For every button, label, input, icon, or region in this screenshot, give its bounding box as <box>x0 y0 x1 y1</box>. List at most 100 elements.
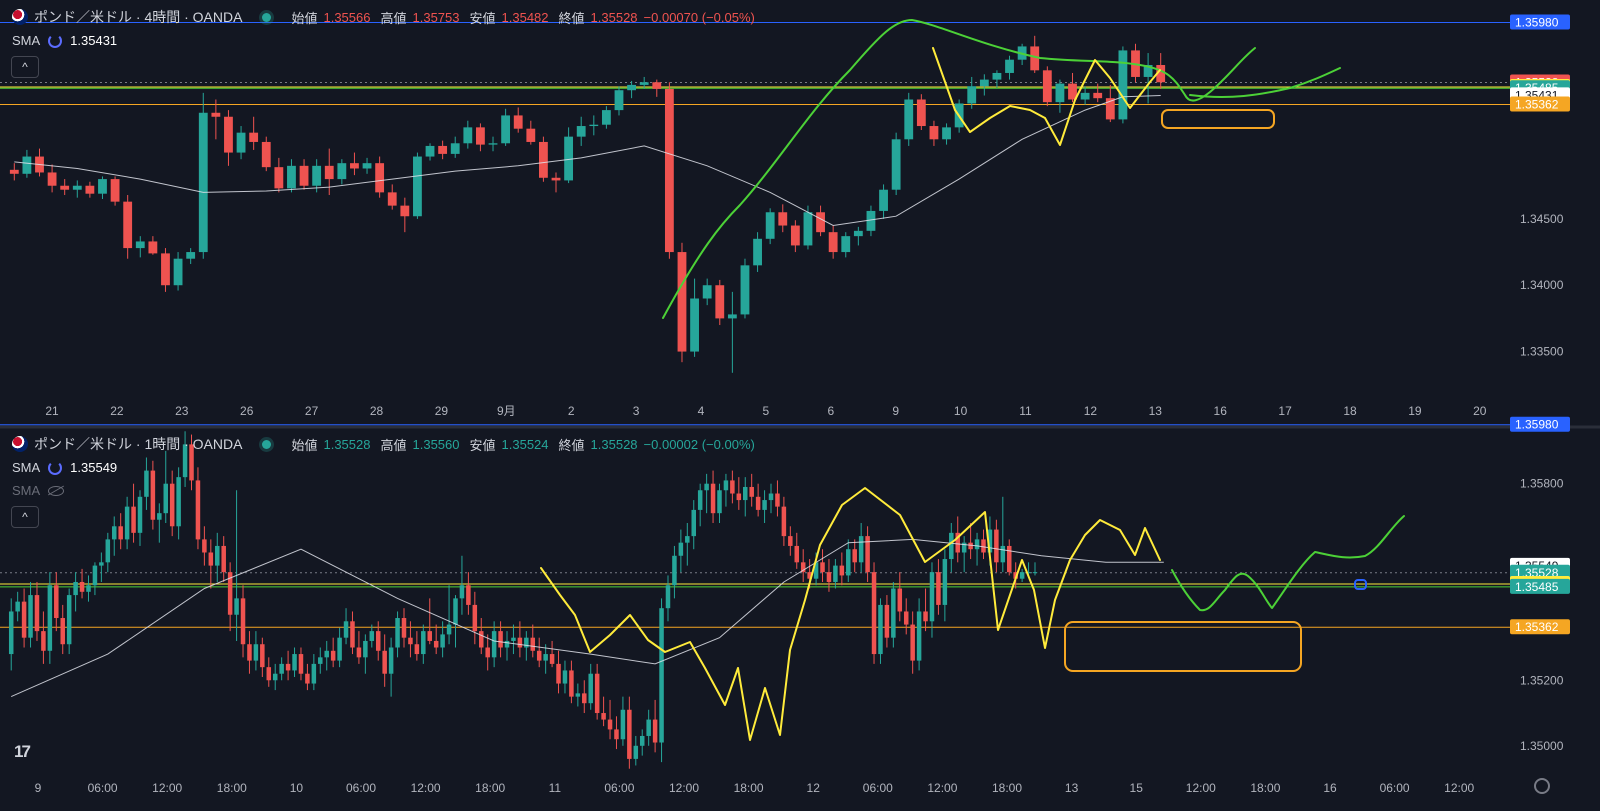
candle-body <box>287 165 296 189</box>
candle-body <box>1032 572 1038 574</box>
candle-body <box>446 624 452 635</box>
bottom-title[interactable]: ポンド／米ドル · 1時間 · OANDA <box>34 434 242 454</box>
candle-body <box>691 509 696 537</box>
candle-body <box>28 595 33 638</box>
top-sma-label: SMA <box>12 33 41 48</box>
sync-icon[interactable] <box>48 33 63 48</box>
tradingview-logo[interactable]: 17 <box>14 742 31 762</box>
x-tick-label: 4 <box>698 404 705 418</box>
x-tick-label: 12:00 <box>927 781 957 795</box>
candle-body <box>891 588 896 638</box>
candle-body <box>790 225 800 246</box>
candle-body <box>678 542 684 556</box>
price-label: 1.35485 <box>1515 580 1559 594</box>
candle-body <box>208 552 214 566</box>
candle-body <box>513 115 523 129</box>
candle-body <box>504 640 510 648</box>
bottom-pane: 1.35000 1.35200 1.35800 9 06:00 12:00 18:00 10 0… <box>0 416 1570 795</box>
candle-body <box>627 84 637 91</box>
candle-body <box>1006 545 1012 573</box>
candle-body <box>853 230 863 237</box>
candle-body <box>551 177 561 181</box>
candle-body <box>994 529 999 563</box>
top-collapse-button[interactable]: ^ <box>11 56 39 78</box>
bottom-collapse-button[interactable]: ^ <box>11 506 39 528</box>
candle-body <box>198 112 208 253</box>
candle-body <box>362 163 372 169</box>
candle-body <box>820 562 825 573</box>
top-high-label: 高値 <box>380 10 407 26</box>
candle-body <box>382 650 387 674</box>
candle-body <box>858 536 864 563</box>
candle-body <box>85 185 95 194</box>
candle-body <box>556 663 561 684</box>
bottom-open-value: 1.35528 <box>323 436 371 452</box>
chart-canvas[interactable]: 1.335001.340001.3450021 22 23 26 27 28 29 9月 2 3 4… <box>0 0 1600 811</box>
x-tick-label: 18 <box>1343 404 1357 418</box>
candle-body <box>66 595 72 645</box>
candle-body <box>324 165 334 180</box>
bottom-sma2-legend[interactable]: SMA <box>12 483 65 498</box>
candle-body <box>1093 92 1103 99</box>
candle-body <box>916 99 926 127</box>
candle-body <box>15 601 20 612</box>
top-open-value: 1.35566 <box>323 9 371 25</box>
top-sma-legend[interactable]: SMA 1.35431 <box>12 33 117 48</box>
top-legend: ポンド／米ドル · 4時間 · OANDA 始値 1.35566 高値 1.3575… <box>12 7 755 27</box>
candle-body <box>916 611 922 661</box>
candle-body <box>305 673 310 684</box>
settings-gear-icon[interactable] <box>1534 778 1550 794</box>
candle-body <box>408 637 413 645</box>
candle-body <box>816 212 825 233</box>
x-tick-label: 3 <box>633 404 640 418</box>
annotation-yellow-zigzag <box>540 487 1161 741</box>
top-title[interactable]: ポンド／米ドル · 4時間 · OANDA <box>34 7 242 27</box>
sync-icon[interactable] <box>48 460 63 475</box>
candle-body <box>646 719 651 736</box>
candle-body <box>794 545 800 563</box>
x-tick-label: 12 <box>807 781 821 795</box>
candle-body <box>530 637 536 651</box>
candle-body <box>601 110 611 125</box>
candle-body <box>664 88 674 253</box>
candle-body <box>34 595 40 632</box>
candle-body <box>549 654 555 664</box>
market-open-icon <box>262 439 272 449</box>
hidden-eye-icon[interactable] <box>48 485 65 496</box>
x-tick-label: 18:00 <box>992 781 1022 795</box>
candle-body <box>936 572 941 605</box>
candle-body <box>852 549 857 563</box>
candle-body <box>601 713 606 720</box>
candle-body <box>736 493 742 501</box>
candle-body <box>727 314 737 319</box>
candle-body <box>723 480 729 491</box>
candle-body <box>526 128 536 142</box>
bottom-sma2-label: SMA <box>12 483 41 498</box>
x-tick-label: 16 <box>1323 781 1337 795</box>
candle-body <box>414 644 420 655</box>
candle-body <box>715 285 725 319</box>
candle-body <box>704 483 709 491</box>
bottom-sma-label: SMA <box>12 460 41 475</box>
candle-body <box>363 640 368 658</box>
candle-body <box>438 145 448 154</box>
candle-body <box>730 480 735 494</box>
candle-body <box>1118 50 1128 120</box>
candle-body <box>144 470 149 497</box>
candle-body <box>131 506 136 533</box>
candle-body <box>620 709 626 740</box>
candle-body <box>833 565 838 582</box>
top-change-value: −0.00070 (−0.05%) <box>643 9 755 25</box>
candle-body <box>375 631 381 651</box>
bottom-close-value: 1.35528 <box>590 436 638 452</box>
candle-body <box>60 185 70 190</box>
candle-body <box>79 581 85 592</box>
bottom-sma-legend[interactable]: SMA 1.35549 <box>12 460 117 475</box>
x-tick-label: 06:00 <box>863 781 893 795</box>
candle-body <box>891 139 901 190</box>
annotation-marker <box>1354 579 1367 590</box>
candle-body <box>105 539 111 563</box>
candle-body <box>923 611 928 622</box>
x-tick-label: 06:00 <box>346 781 376 795</box>
candle-body <box>234 598 239 615</box>
